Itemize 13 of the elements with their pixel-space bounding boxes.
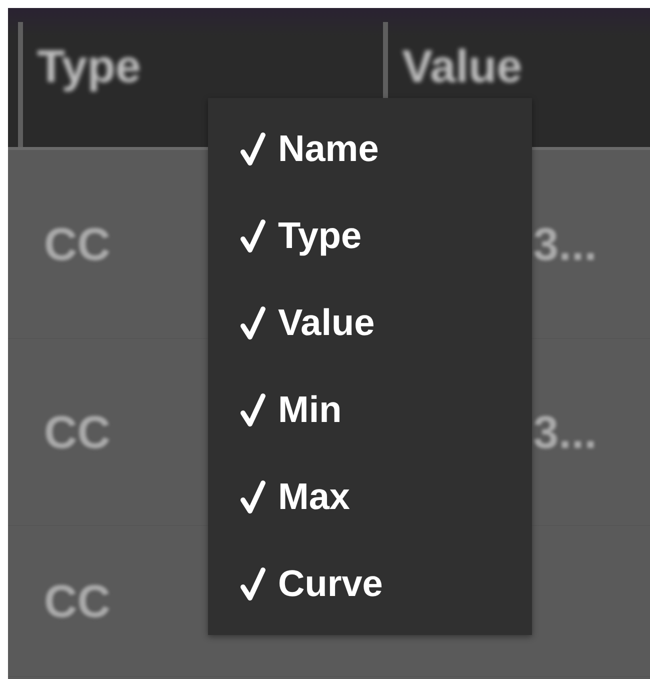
menu-item[interactable]: Max	[208, 476, 532, 518]
table-cell: CC	[44, 574, 110, 628]
table-cell: 3...	[533, 405, 597, 459]
column-header[interactable]: Value	[402, 38, 522, 92]
table-cell: CC	[44, 217, 110, 271]
menu-item[interactable]: Type	[208, 215, 532, 258]
menu-item[interactable]: Min	[208, 388, 532, 431]
menu-item[interactable]: Value	[208, 302, 532, 344]
column-header[interactable]: Type	[37, 38, 141, 92]
menu-item[interactable]: Curve	[208, 562, 532, 605]
table-cell: 3...	[533, 217, 597, 271]
menu-item[interactable]: Name	[208, 128, 532, 170]
table-cell: CC	[44, 405, 110, 459]
